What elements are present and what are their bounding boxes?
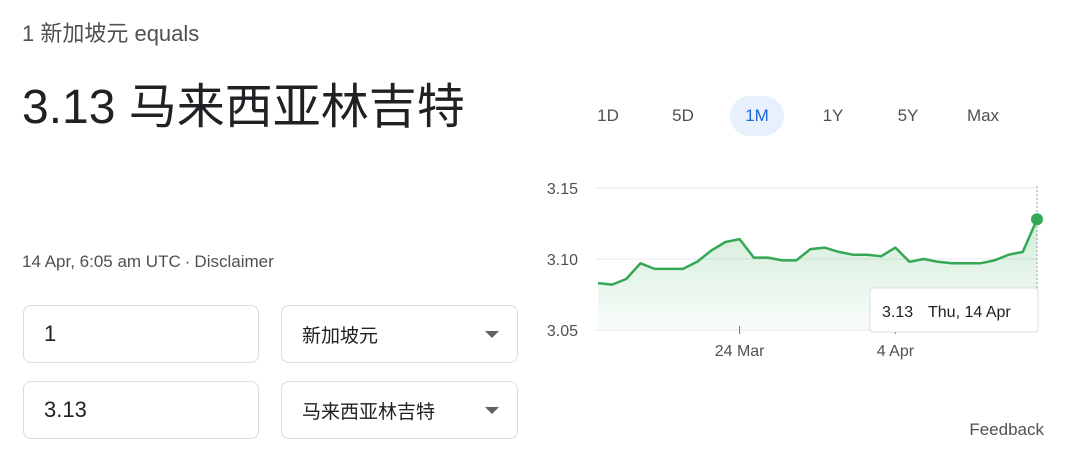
tab-5y[interactable]: 5Y: [886, 96, 930, 136]
exchange-rate-chart: 3.15 3.10 3.05 24 Mar 4 Apr 3.13 Thu, 14 Apr: [547, 181, 1043, 360]
x-tick-label: 24 Mar: [715, 343, 765, 360]
tab-1m[interactable]: 1M: [730, 96, 784, 136]
feedback-link[interactable]: Feedback: [969, 420, 1044, 440]
disclaimer-link[interactable]: Disclaimer: [194, 252, 273, 271]
to-amount-field[interactable]: [23, 381, 259, 439]
result-currency: 马来西亚林吉特: [128, 81, 465, 134]
range-tabs: 1D 5D 1M 1Y 5Y Max: [586, 96, 1026, 136]
y-tick-label: 3.15: [547, 181, 578, 198]
y-tick-label: 3.10: [547, 252, 578, 269]
to-currency-label: 马来西亚林吉特: [302, 401, 436, 423]
from-amount-field[interactable]: [23, 305, 259, 363]
tooltip-value: 3.13: [882, 304, 913, 321]
tab-max[interactable]: Max: [958, 96, 1008, 136]
timestamp: 14 Apr, 6:05 am UTC: [22, 252, 181, 271]
tab-1y[interactable]: 1Y: [811, 96, 855, 136]
caret-down-icon: [485, 330, 499, 338]
tooltip-date: Thu, 14 Apr: [928, 304, 1011, 321]
to-amount-input[interactable]: [24, 382, 258, 438]
from-currency-select[interactable]: 新加坡元: [281, 305, 518, 363]
from-currency-label: 新加坡元: [302, 325, 379, 347]
tab-1d[interactable]: 1D: [586, 96, 630, 136]
from-amount-input[interactable]: [24, 306, 258, 362]
tab-5d[interactable]: 5D: [661, 96, 705, 136]
y-tick-label: 3.05: [547, 323, 578, 340]
to-currency-select[interactable]: 马来西亚林吉特: [281, 381, 518, 439]
current-point[interactable]: [1031, 213, 1043, 226]
conversion-result: 3.13 马来西亚林吉特: [22, 68, 492, 148]
result-value: 3.13: [22, 81, 116, 134]
x-tick-label: 4 Apr: [877, 343, 915, 360]
caret-down-icon: [485, 406, 499, 414]
tooltip: 3.13 Thu, 14 Apr: [869, 287, 1039, 333]
separator: ·: [184, 252, 191, 271]
timestamp-line: 14 Apr, 6:05 am UTC · Disclaimer: [22, 252, 274, 272]
equals-label: 1 新加坡元 equals: [22, 21, 200, 46]
